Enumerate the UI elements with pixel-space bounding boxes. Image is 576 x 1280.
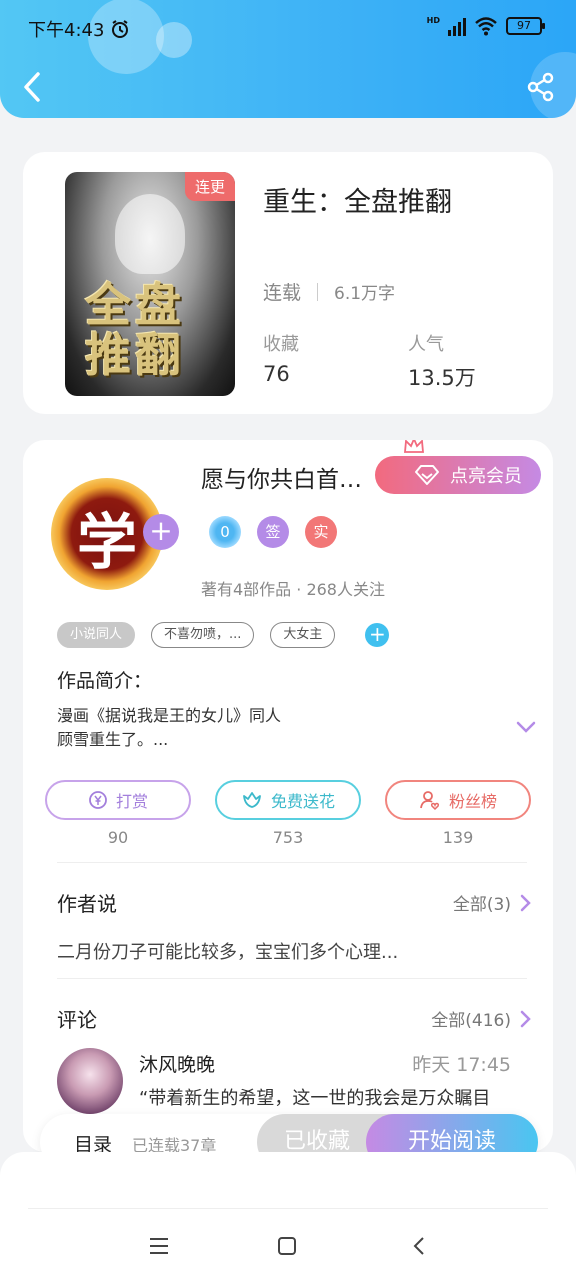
- fans-label: 粉丝榜: [448, 792, 497, 811]
- divider: [57, 862, 527, 863]
- flower-action: 免费送花 753: [215, 780, 361, 847]
- crown-icon: [404, 440, 424, 453]
- comments-title: 评论: [57, 1008, 97, 1032]
- top-header: 下午4:43 HD 97: [0, 0, 576, 118]
- clock-text: 下午4:43: [28, 20, 105, 41]
- intro-line: 漫画《据说我是王的女儿》同人: [57, 706, 282, 725]
- wifi-icon: [475, 17, 497, 36]
- start-reading-label: 开始阅读: [407, 1129, 496, 1154]
- verified-badge-icon: 实: [305, 516, 337, 548]
- fan-ranking-button[interactable]: 粉丝榜: [385, 780, 531, 820]
- collected-label: 已收藏: [283, 1129, 350, 1154]
- back-arrow-icon: [24, 72, 40, 102]
- fan-user-icon: [420, 791, 440, 811]
- back-button[interactable]: [18, 70, 46, 104]
- decor-bubble: [156, 22, 192, 58]
- favorites-value: 76: [263, 362, 290, 386]
- comments-more-label: 全部(416): [431, 1011, 511, 1031]
- author-stats: 著有4部作品 · 268人关注: [201, 580, 385, 599]
- update-status-tag: 连更: [184, 172, 235, 201]
- author-says-more-label: 全部(3): [452, 895, 511, 915]
- reward-action: 打赏 90: [45, 780, 191, 847]
- coin-icon: [89, 791, 107, 809]
- action-row: 打赏 90 免费送花 753 粉丝榜 139: [45, 780, 531, 847]
- cover-illustration: [115, 194, 185, 274]
- chevron-right-icon: [520, 894, 531, 911]
- hd-label: HD: [426, 16, 440, 25]
- intro-text[interactable]: 漫画《据说我是王的女儿》同人 顾雪重生了。...: [57, 704, 487, 752]
- reward-button[interactable]: 打赏: [45, 780, 191, 820]
- vip-button[interactable]: 点亮会员: [375, 456, 541, 494]
- fans-action: 粉丝榜 139: [385, 780, 531, 847]
- cover-title-line: 推翻: [85, 328, 185, 382]
- book-title: 重生：全盘推翻: [263, 187, 452, 218]
- book-detail-card: 学 + 愿与你共白首… 点亮会员 0 签 实 著有4部作品 · 268人关注 小…: [23, 440, 553, 1152]
- status-time: 下午4:43: [28, 16, 130, 42]
- share-button[interactable]: [526, 72, 556, 102]
- comment-time: 昨天 17:45: [412, 1054, 511, 1076]
- flower-count: 753: [272, 828, 304, 847]
- divider: [57, 978, 527, 979]
- tag-item[interactable]: 小说同人: [57, 622, 136, 648]
- popularity-value: 13.5万: [408, 366, 476, 390]
- serial-status: 连载: [263, 282, 302, 304]
- cover-title-line: 全盘: [85, 278, 185, 332]
- commenter-avatar[interactable]: [57, 1048, 123, 1114]
- fans-count: 139: [442, 828, 474, 847]
- signed-badge-icon: 签: [257, 516, 289, 548]
- tag-list: 小说同人 不喜勿喷，... 大女主 +: [57, 622, 390, 648]
- author-name[interactable]: 愿与你共白首…: [201, 460, 362, 494]
- battery-icon: 97: [506, 17, 545, 35]
- expand-chevron-icon[interactable]: [515, 720, 537, 734]
- popularity-label: 人气: [408, 334, 444, 355]
- battery-level: 97: [517, 19, 531, 32]
- divider: [28, 1208, 548, 1209]
- author-avatar-wrap[interactable]: 学 +: [39, 474, 185, 594]
- meta-divider: [317, 282, 319, 301]
- back-nav-icon[interactable]: [404, 1234, 434, 1258]
- vip-button-label: 点亮会员: [450, 466, 522, 487]
- book-cover[interactable]: 全盘 推翻 连更: [65, 172, 235, 396]
- follow-author-button[interactable]: +: [143, 514, 179, 550]
- share-icon: [527, 72, 554, 102]
- intro-line: 顾雪重生了。...: [57, 730, 169, 749]
- home-icon[interactable]: [272, 1234, 302, 1258]
- menu-icon[interactable]: [144, 1234, 174, 1258]
- diamond-icon: [415, 465, 439, 485]
- alarm-icon: [112, 20, 129, 38]
- signal-icon: [448, 16, 466, 36]
- send-flower-button[interactable]: 免费送花: [215, 780, 361, 820]
- tag-item[interactable]: 不喜勿喷，...: [151, 622, 255, 648]
- reward-label: 打赏: [115, 792, 148, 811]
- author-says-more[interactable]: 全部(3): [453, 890, 531, 915]
- favorites-label: 收藏: [263, 334, 299, 355]
- word-count: 6.1万字: [334, 284, 396, 304]
- reward-count: 90: [107, 828, 129, 847]
- author-badges: 0 签 实: [209, 516, 337, 548]
- commenter-name[interactable]: 沐风晚晚: [139, 1050, 215, 1077]
- comment-text[interactable]: “带着新生的希望，这一世的我会是万众瞩目: [139, 1084, 519, 1110]
- comments-more[interactable]: 全部(416): [431, 1006, 531, 1031]
- cover-title-art: 全盘 推翻: [85, 280, 185, 380]
- tag-item[interactable]: 大女主: [270, 622, 336, 648]
- flower-label: 免费送花: [270, 792, 335, 811]
- level-badge-icon: 0: [209, 516, 241, 548]
- add-tag-button[interactable]: +: [365, 623, 390, 647]
- system-nav-bar: [0, 1152, 576, 1280]
- book-meta: 连载 6.1万字: [263, 278, 395, 305]
- intro-title: 作品简介：: [57, 670, 153, 692]
- book-info-card: 全盘 推翻 连更 重生：全盘推翻 连载 6.1万字 收藏 76 人气 13.5万: [23, 152, 553, 414]
- status-icons: HD 97: [426, 16, 545, 36]
- author-says-title: 作者说: [57, 892, 117, 916]
- flower-icon: [243, 792, 261, 808]
- chevron-right-icon: [520, 1010, 531, 1027]
- author-says-text[interactable]: 二月份刀子可能比较多，宝宝们多个心理...: [57, 938, 398, 964]
